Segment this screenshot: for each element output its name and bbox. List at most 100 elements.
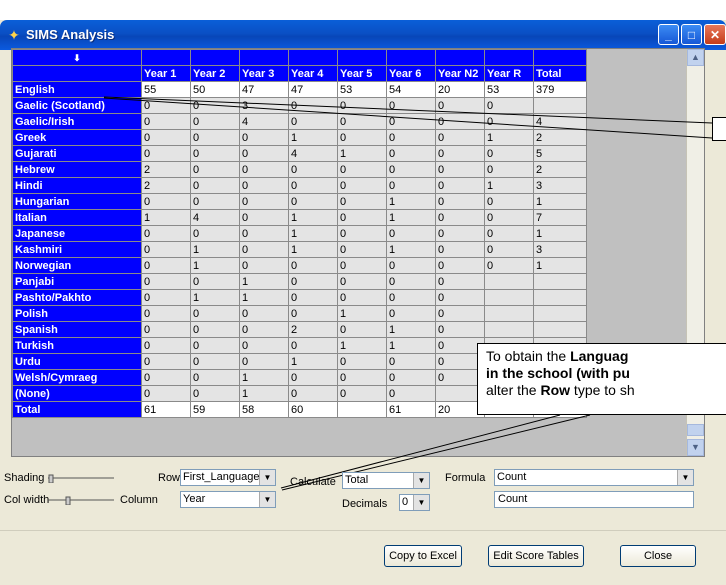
- row-header[interactable]: (None): [12, 385, 142, 402]
- table-cell[interactable]: 0: [141, 369, 191, 386]
- table-cell[interactable]: 0: [190, 369, 240, 386]
- row-select[interactable]: First_Language ▼: [180, 469, 276, 486]
- table-cell[interactable]: 0: [190, 113, 240, 130]
- table-cell[interactable]: 1: [288, 353, 338, 370]
- column-header[interactable]: Year 2: [190, 65, 240, 82]
- table-cell[interactable]: 0: [239, 177, 289, 194]
- shading-slider[interactable]: [48, 473, 114, 483]
- table-cell[interactable]: 0: [239, 161, 289, 178]
- maximize-button[interactable]: □: [681, 24, 702, 45]
- table-cell[interactable]: [533, 273, 587, 290]
- table-cell[interactable]: 0: [190, 97, 240, 114]
- column-header[interactable]: Year 3: [239, 65, 289, 82]
- table-cell[interactable]: 1: [337, 145, 387, 162]
- table-cell[interactable]: 0: [386, 273, 436, 290]
- table-cell[interactable]: 0: [239, 193, 289, 210]
- table-cell[interactable]: 1: [141, 209, 191, 226]
- row-header[interactable]: Pashto/Pakhto: [12, 289, 142, 306]
- table-cell[interactable]: 0: [386, 369, 436, 386]
- table-cell[interactable]: 0: [337, 369, 387, 386]
- table-cell[interactable]: 1: [239, 385, 289, 402]
- table-cell[interactable]: 0: [288, 337, 338, 354]
- table-cell[interactable]: 1: [337, 337, 387, 354]
- table-cell[interactable]: 0: [141, 321, 191, 338]
- table-cell[interactable]: 0: [190, 177, 240, 194]
- table-cell[interactable]: 53: [337, 81, 387, 98]
- table-cell[interactable]: 0: [239, 305, 289, 322]
- row-header[interactable]: Japanese: [12, 225, 142, 242]
- column-header[interactable]: Year R: [484, 65, 534, 82]
- table-cell[interactable]: 59: [190, 401, 240, 418]
- table-cell[interactable]: 0: [337, 113, 387, 130]
- table-cell[interactable]: 2: [533, 161, 587, 178]
- table-cell[interactable]: [484, 289, 534, 306]
- close-window-button[interactable]: ✕: [704, 24, 726, 45]
- table-cell[interactable]: 2: [141, 161, 191, 178]
- table-cell[interactable]: 0: [288, 97, 338, 114]
- table-cell[interactable]: 4: [533, 113, 587, 130]
- row-header[interactable]: Gaelic/Irish: [12, 113, 142, 130]
- table-cell[interactable]: 379: [533, 81, 587, 98]
- table-cell[interactable]: 2: [141, 177, 191, 194]
- table-cell[interactable]: 0: [239, 145, 289, 162]
- row-header[interactable]: Kashmiri: [12, 241, 142, 258]
- column-header[interactable]: Year 5: [337, 65, 387, 82]
- table-cell[interactable]: 50: [190, 81, 240, 98]
- table-cell[interactable]: 0: [386, 145, 436, 162]
- table-cell[interactable]: 0: [386, 353, 436, 370]
- table-cell[interactable]: 0: [386, 225, 436, 242]
- table-cell[interactable]: 0: [190, 193, 240, 210]
- table-cell[interactable]: 0: [190, 321, 240, 338]
- table-cell[interactable]: 1: [239, 289, 289, 306]
- table-cell[interactable]: 5: [533, 145, 587, 162]
- table-cell[interactable]: 0: [288, 113, 338, 130]
- table-cell[interactable]: 1: [239, 273, 289, 290]
- table-cell[interactable]: 0: [239, 129, 289, 146]
- table-cell[interactable]: 0: [288, 369, 338, 386]
- table-cell[interactable]: 0: [337, 385, 387, 402]
- table-cell[interactable]: 0: [484, 145, 534, 162]
- table-cell[interactable]: 0: [484, 113, 534, 130]
- table-cell[interactable]: 0: [239, 241, 289, 258]
- scroll-thumb[interactable]: [687, 424, 704, 436]
- table-cell[interactable]: 0: [141, 385, 191, 402]
- table-cell[interactable]: 47: [239, 81, 289, 98]
- table-cell[interactable]: 0: [239, 209, 289, 226]
- table-cell[interactable]: 0: [141, 273, 191, 290]
- column-header[interactable]: Year 4: [288, 65, 338, 82]
- row-header[interactable]: Welsh/Cymraeg: [12, 369, 142, 386]
- title-bar[interactable]: ✦ SIMS Analysis _ □ ✕: [0, 20, 726, 50]
- row-header[interactable]: Polish: [12, 305, 142, 322]
- table-cell[interactable]: 0: [190, 225, 240, 242]
- table-cell[interactable]: [337, 401, 387, 418]
- column-header[interactable]: Year 1: [141, 65, 191, 82]
- table-cell[interactable]: 0: [435, 177, 485, 194]
- table-cell[interactable]: 0: [337, 193, 387, 210]
- table-cell[interactable]: 3: [533, 177, 587, 194]
- table-cell[interactable]: [533, 321, 587, 338]
- copy-to-excel-button[interactable]: Copy to Excel: [384, 545, 462, 567]
- table-cell[interactable]: [484, 305, 534, 322]
- table-cell[interactable]: 1: [533, 225, 587, 242]
- close-button[interactable]: Close: [620, 545, 696, 567]
- table-cell[interactable]: 0: [141, 225, 191, 242]
- table-cell[interactable]: 0: [288, 161, 338, 178]
- table-cell[interactable]: 2: [533, 129, 587, 146]
- table-cell[interactable]: 0: [337, 353, 387, 370]
- table-cell[interactable]: 0: [484, 257, 534, 274]
- table-cell[interactable]: 55: [141, 81, 191, 98]
- table-cell[interactable]: 0: [190, 337, 240, 354]
- row-dropdown-icon[interactable]: ▼: [259, 470, 275, 485]
- table-cell[interactable]: 0: [435, 161, 485, 178]
- table-cell[interactable]: 1: [386, 241, 436, 258]
- table-cell[interactable]: 0: [239, 257, 289, 274]
- table-cell[interactable]: 0: [141, 337, 191, 354]
- table-cell[interactable]: 0: [141, 113, 191, 130]
- table-cell[interactable]: 0: [337, 289, 387, 306]
- column-header[interactable]: Year 6: [386, 65, 436, 82]
- minimize-button[interactable]: _: [658, 24, 679, 45]
- row-header[interactable]: Total: [12, 401, 142, 418]
- table-cell[interactable]: 0: [288, 257, 338, 274]
- decimals-dropdown-icon[interactable]: ▼: [413, 495, 429, 510]
- row-header[interactable]: Urdu: [12, 353, 142, 370]
